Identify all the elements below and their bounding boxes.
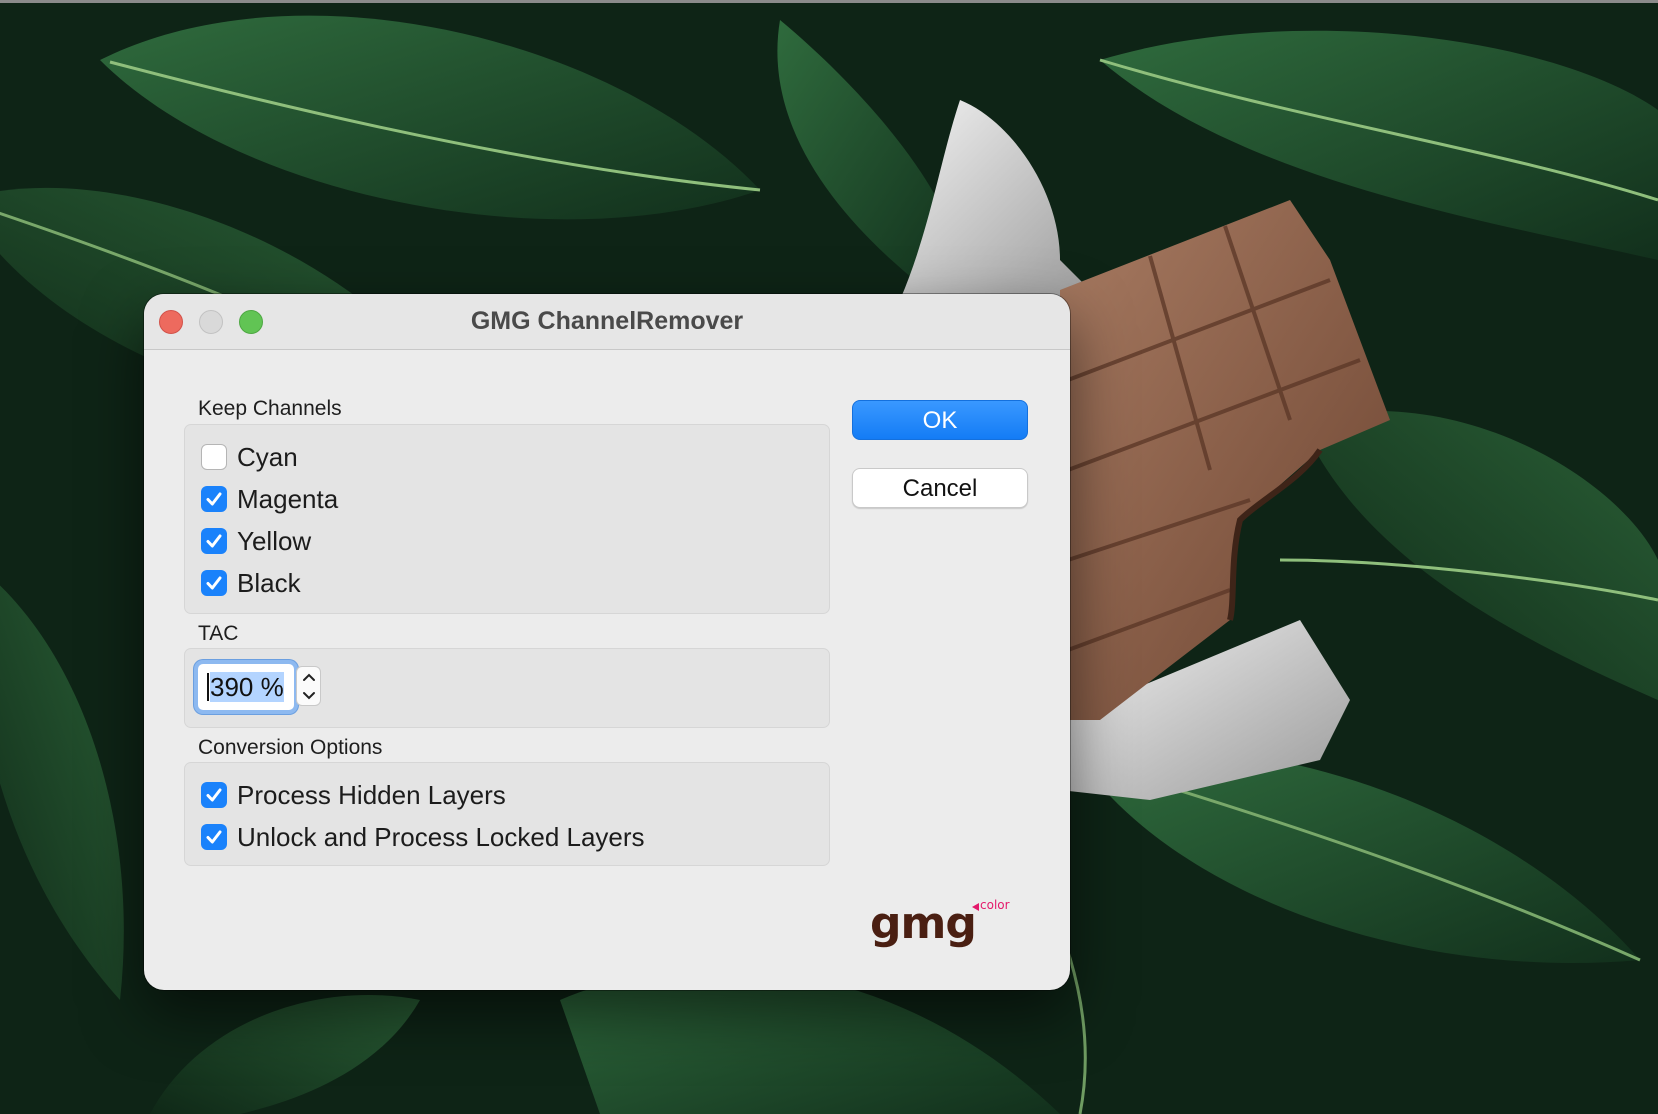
- tac-stepper[interactable]: [296, 666, 321, 706]
- logo-suffix: color: [980, 898, 1010, 912]
- channel-checkbox-magenta[interactable]: Magenta: [201, 482, 338, 516]
- checkmark-icon[interactable]: [201, 570, 227, 596]
- channel-label-yellow: Yellow: [237, 525, 312, 556]
- channel-label-black: Black: [237, 567, 301, 598]
- conversion-options-label: Conversion Options: [198, 736, 383, 759]
- conversion-options-group: Process Hidden Layers Unlock and Process…: [184, 762, 830, 866]
- channel-label-cyan: Cyan: [237, 441, 298, 472]
- tac-input[interactable]: 390 %: [198, 664, 294, 710]
- cancel-button[interactable]: Cancel: [852, 468, 1028, 508]
- channelremover-dialog: GMG ChannelRemover Keep Channels Cyan Ma…: [144, 294, 1070, 990]
- title-bar[interactable]: GMG ChannelRemover: [144, 294, 1070, 350]
- channel-checkbox-black[interactable]: Black: [201, 566, 301, 600]
- gmg-color-logo: gmg color: [870, 898, 1010, 949]
- unlock-locked-layers-label: Unlock and Process Locked Layers: [237, 821, 645, 852]
- keep-channels-group: Cyan Magenta Yellow Black: [184, 424, 830, 614]
- process-hidden-layers-checkbox[interactable]: Process Hidden Layers: [201, 778, 506, 812]
- window-title: GMG ChannelRemover: [470, 307, 744, 335]
- channel-label-magenta: Magenta: [237, 483, 339, 514]
- channel-checkbox-yellow[interactable]: Yellow: [201, 524, 311, 558]
- tac-value-rest: 90 %: [224, 672, 284, 702]
- checkmark-icon[interactable]: [201, 528, 227, 554]
- checkbox-unchecked-icon[interactable]: [201, 444, 227, 470]
- logo-word: gmg: [870, 898, 976, 949]
- chevron-up-icon[interactable]: [297, 667, 320, 686]
- tac-label: TAC: [198, 622, 239, 645]
- channel-checkbox-cyan[interactable]: Cyan: [201, 440, 298, 474]
- text-caret: [207, 673, 209, 701]
- unlock-locked-layers-checkbox[interactable]: Unlock and Process Locked Layers: [201, 820, 645, 854]
- checkmark-icon[interactable]: [201, 486, 227, 512]
- checkmark-icon[interactable]: [201, 824, 227, 850]
- tac-value-lead: 3: [210, 672, 225, 702]
- ok-button[interactable]: OK: [852, 400, 1028, 440]
- chevron-down-icon[interactable]: [297, 686, 320, 705]
- checkmark-icon[interactable]: [201, 782, 227, 808]
- screen-top-edge: [0, 0, 1658, 3]
- keep-channels-label: Keep Channels: [198, 397, 342, 420]
- process-hidden-layers-label: Process Hidden Layers: [237, 779, 506, 810]
